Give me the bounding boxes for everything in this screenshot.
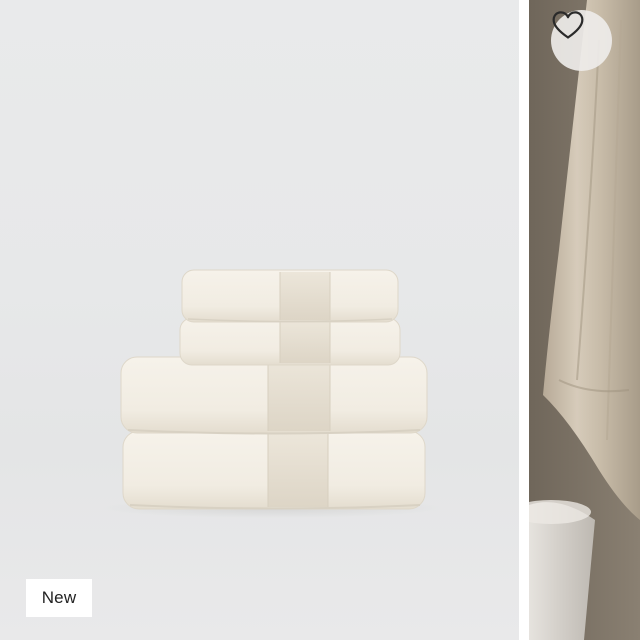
heart-outline-icon (552, 11, 584, 39)
product-card[interactable]: New (0, 0, 640, 640)
towel-hand-top (181, 269, 399, 323)
wishlist-button[interactable] (551, 10, 612, 71)
towel-bath-top (120, 356, 428, 435)
towel-bath-bottom (122, 430, 426, 510)
image-divider (519, 0, 529, 640)
new-badge: New (26, 579, 92, 617)
towel-stack-illustration (102, 269, 442, 518)
product-image-hanging-towel[interactable] (529, 0, 640, 640)
product-image-towel-stack[interactable] (0, 0, 519, 640)
hanging-towel-illustration (529, 0, 640, 640)
towel-hand (179, 317, 401, 366)
